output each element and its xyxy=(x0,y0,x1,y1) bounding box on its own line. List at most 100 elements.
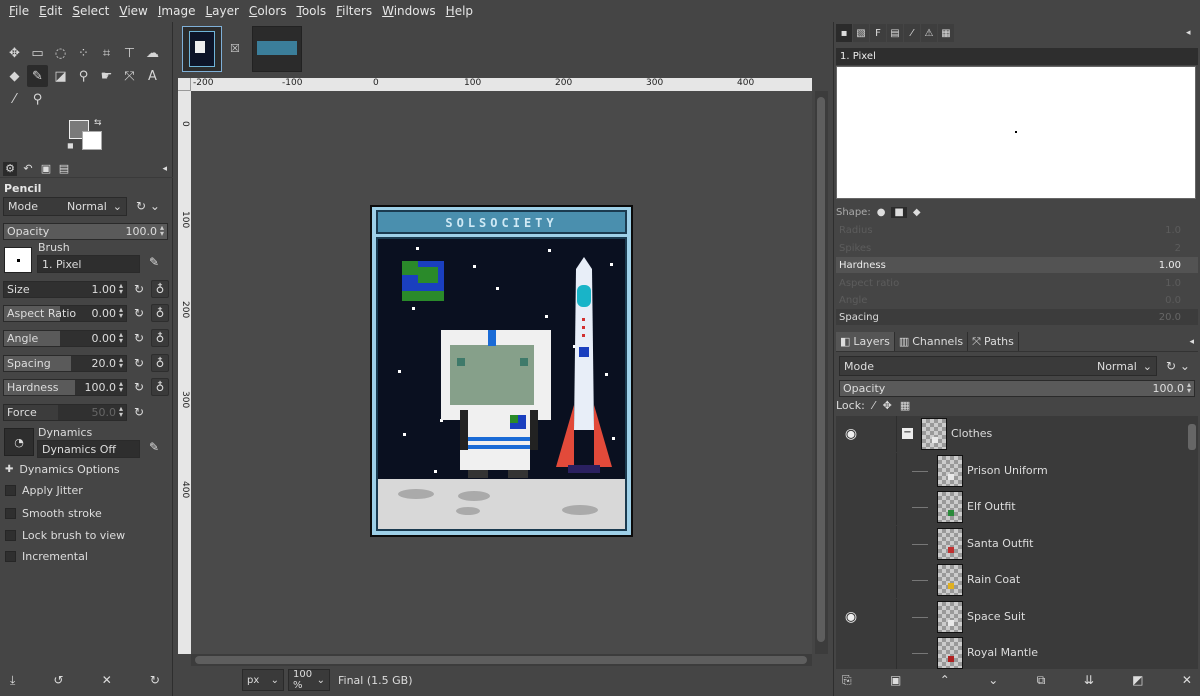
angle-slider[interactable]: Angle 0.00 ▴ ▾ xyxy=(3,329,127,347)
background-color[interactable] xyxy=(82,131,102,150)
layer-row[interactable]: Elf Outfit xyxy=(836,489,1186,525)
restore-options-icon[interactable]: ↺ xyxy=(53,673,63,688)
edit-dynamics-icon[interactable]: ✎ xyxy=(145,438,163,456)
reset-colors-icon[interactable]: ◼ xyxy=(67,141,74,150)
force-slider[interactable]: Force 50.0 ▴ ▾ xyxy=(3,403,127,421)
new-group-icon[interactable]: ▣ xyxy=(890,673,901,693)
mode-select[interactable]: Mode Normal ⌄ xyxy=(3,196,127,216)
menu-colors[interactable]: Colors xyxy=(244,4,292,18)
delete-layer-icon[interactable]: ✕ xyxy=(1182,673,1192,693)
tab-channels[interactable]: ▥ Channels xyxy=(895,332,969,351)
image-tab-astronaut[interactable] xyxy=(182,26,222,72)
text-tool-icon[interactable]: A xyxy=(142,65,163,87)
move-tool-icon[interactable]: ✥ xyxy=(4,42,25,64)
visibility-eye-icon[interactable] xyxy=(840,536,862,552)
canvas-area[interactable]: SOLSOCIETY xyxy=(191,91,812,654)
menu-select[interactable]: Select xyxy=(67,4,114,18)
link-spacing-icon[interactable]: ♁ xyxy=(151,354,169,372)
spin-icon[interactable]: ▴ ▾ xyxy=(160,224,164,238)
free-select-tool-icon[interactable]: ◌ xyxy=(50,42,71,64)
menu-filters[interactable]: Filters xyxy=(331,4,377,18)
menu-image[interactable]: Image xyxy=(153,4,201,18)
reset-aspect-icon[interactable]: ↻ xyxy=(130,304,148,322)
new-layer-icon[interactable]: ⎘ xyxy=(842,673,852,693)
link-angle-icon[interactable]: ♁ xyxy=(151,329,169,347)
bucket-fill-tool-icon[interactable]: ◆ xyxy=(4,65,25,87)
reset-spacing-icon[interactable]: ↻ xyxy=(130,354,148,372)
patterns-tab-icon[interactable]: ▧ xyxy=(853,24,869,42)
dynamics-preview-icon[interactable]: ◔ xyxy=(4,428,34,456)
spin-icon[interactable]: ▴ ▾ xyxy=(1187,381,1191,395)
reset-angle-icon[interactable]: ↻ xyxy=(130,329,148,347)
visibility-eye-icon[interactable] xyxy=(840,463,862,479)
apply-jitter-checkbox[interactable]: Apply Jitter xyxy=(5,484,83,497)
visibility-eye-icon[interactable] xyxy=(840,572,862,588)
smudge-tool-icon[interactable]: ☛ xyxy=(96,65,117,87)
spin-icon[interactable]: ▴ ▾ xyxy=(119,405,123,419)
raise-layer-icon[interactable]: ⌃ xyxy=(940,673,950,693)
menu-layer[interactable]: Layer xyxy=(200,4,243,18)
link-aspect-icon[interactable]: ♁ xyxy=(151,304,169,322)
edit-brush-icon[interactable]: ✎ xyxy=(145,253,163,271)
device-status-tab-icon[interactable]: ▣ xyxy=(39,162,53,176)
lock-brush-checkbox[interactable]: Lock brush to view xyxy=(5,529,125,542)
close-tab-icon[interactable]: ☒ xyxy=(230,42,240,55)
spin-icon[interactable]: ▴ ▾ xyxy=(119,306,123,320)
fg-bg-colors[interactable]: ⇆ ◼ xyxy=(66,118,108,154)
eraser-tool-icon[interactable]: ◪ xyxy=(50,65,71,87)
layer-opacity-slider[interactable]: Opacity 100.0 ▴ ▾ xyxy=(839,379,1195,397)
lower-layer-icon[interactable]: ⌄ xyxy=(988,673,998,693)
dynamics-options-expander[interactable]: ✚ Dynamics Options xyxy=(5,463,120,476)
layer-mode-select[interactable]: Mode Normal ⌄ xyxy=(839,356,1157,376)
spin-icon[interactable]: ▴ ▾ xyxy=(119,331,123,345)
visibility-eye-icon[interactable]: ◉ xyxy=(840,609,862,625)
ruler-corner[interactable] xyxy=(178,78,191,91)
brush-editor-tab-icon[interactable]: ⁄ xyxy=(904,24,920,42)
image-tab-solsociety[interactable] xyxy=(252,26,302,72)
menu-help[interactable]: Help xyxy=(441,4,478,18)
spin-icon[interactable]: ▴ ▾ xyxy=(119,380,123,394)
fuzzy-select-tool-icon[interactable]: ⁘ xyxy=(73,42,94,64)
brush-preview[interactable] xyxy=(4,247,32,273)
lock-pixels-icon[interactable]: ⁄ xyxy=(873,399,875,412)
smooth-stroke-checkbox[interactable]: Smooth stroke xyxy=(5,507,102,520)
aspect-ratio-slider[interactable]: Aspect ratio 1.0 xyxy=(836,275,1198,291)
transform-tool-icon[interactable]: ⊤ xyxy=(119,42,140,64)
document-history-tab-icon[interactable]: ▤ xyxy=(887,24,903,42)
images-tab-icon[interactable]: ▤ xyxy=(57,162,71,176)
menu-windows[interactable]: Windows xyxy=(377,4,441,18)
brush-angle-slider[interactable]: Angle 0.0 xyxy=(836,292,1198,308)
spin-icon[interactable]: ▴ ▾ xyxy=(119,282,123,296)
brush-spacing-slider[interactable]: Spacing 20.0 xyxy=(836,309,1198,325)
layers-dock-menu-icon[interactable]: ◂ xyxy=(1189,337,1194,347)
unit-select[interactable]: px ⌄ xyxy=(242,669,284,691)
visibility-eye-icon[interactable]: ◉ xyxy=(840,426,862,442)
mode-reset-icon[interactable]: ↻ ⌄ xyxy=(131,197,165,215)
square-shape-icon[interactable]: ■ xyxy=(891,206,907,218)
layer-mode-reset-icon[interactable]: ↻ ⌄ xyxy=(1161,357,1195,375)
link-hardness-icon[interactable]: ♁ xyxy=(151,378,169,396)
menu-tools[interactable]: Tools xyxy=(292,4,332,18)
menu-file[interactable]: File xyxy=(4,4,34,18)
reset-hardness-icon[interactable]: ↻ xyxy=(130,378,148,396)
layer-row[interactable]: Prison Uniform xyxy=(836,452,1186,489)
aspect-slider[interactable]: Aspect Ratio 0.00 ▴ ▾ xyxy=(3,304,127,322)
spin-icon[interactable]: ▴ ▾ xyxy=(119,356,123,370)
hardness-slider[interactable]: Hardness 100.0 ▴ ▾ xyxy=(3,378,127,396)
crop-tool-icon[interactable]: ⌗ xyxy=(96,42,117,64)
collapse-group-icon[interactable]: − xyxy=(902,428,913,439)
spikes-slider[interactable]: Spikes 2 xyxy=(836,240,1198,256)
color-picker-tool-icon[interactable]: ⁄ xyxy=(4,88,25,110)
spacing-slider[interactable]: Spacing 20.0 ▴ ▾ xyxy=(3,354,127,372)
tool-options-tab-icon[interactable]: ⚙ xyxy=(3,161,17,176)
circle-shape-icon[interactable]: ● xyxy=(877,207,886,218)
dynamics-field[interactable]: Dynamics Off xyxy=(37,440,140,458)
layer-row[interactable]: Rain Coat xyxy=(836,562,1186,598)
swap-colors-icon[interactable]: ⇆ xyxy=(94,118,102,128)
horizontal-scrollbar[interactable] xyxy=(191,654,812,666)
merge-layer-icon[interactable]: ⇊ xyxy=(1084,673,1094,693)
layer-row[interactable]: Santa Outfit xyxy=(836,525,1186,562)
grid-tab-icon[interactable]: ▦ xyxy=(938,24,954,42)
brush-hardness-slider[interactable]: Hardness 1.00 xyxy=(836,257,1198,273)
reset-size-icon[interactable]: ↻ xyxy=(130,280,148,298)
